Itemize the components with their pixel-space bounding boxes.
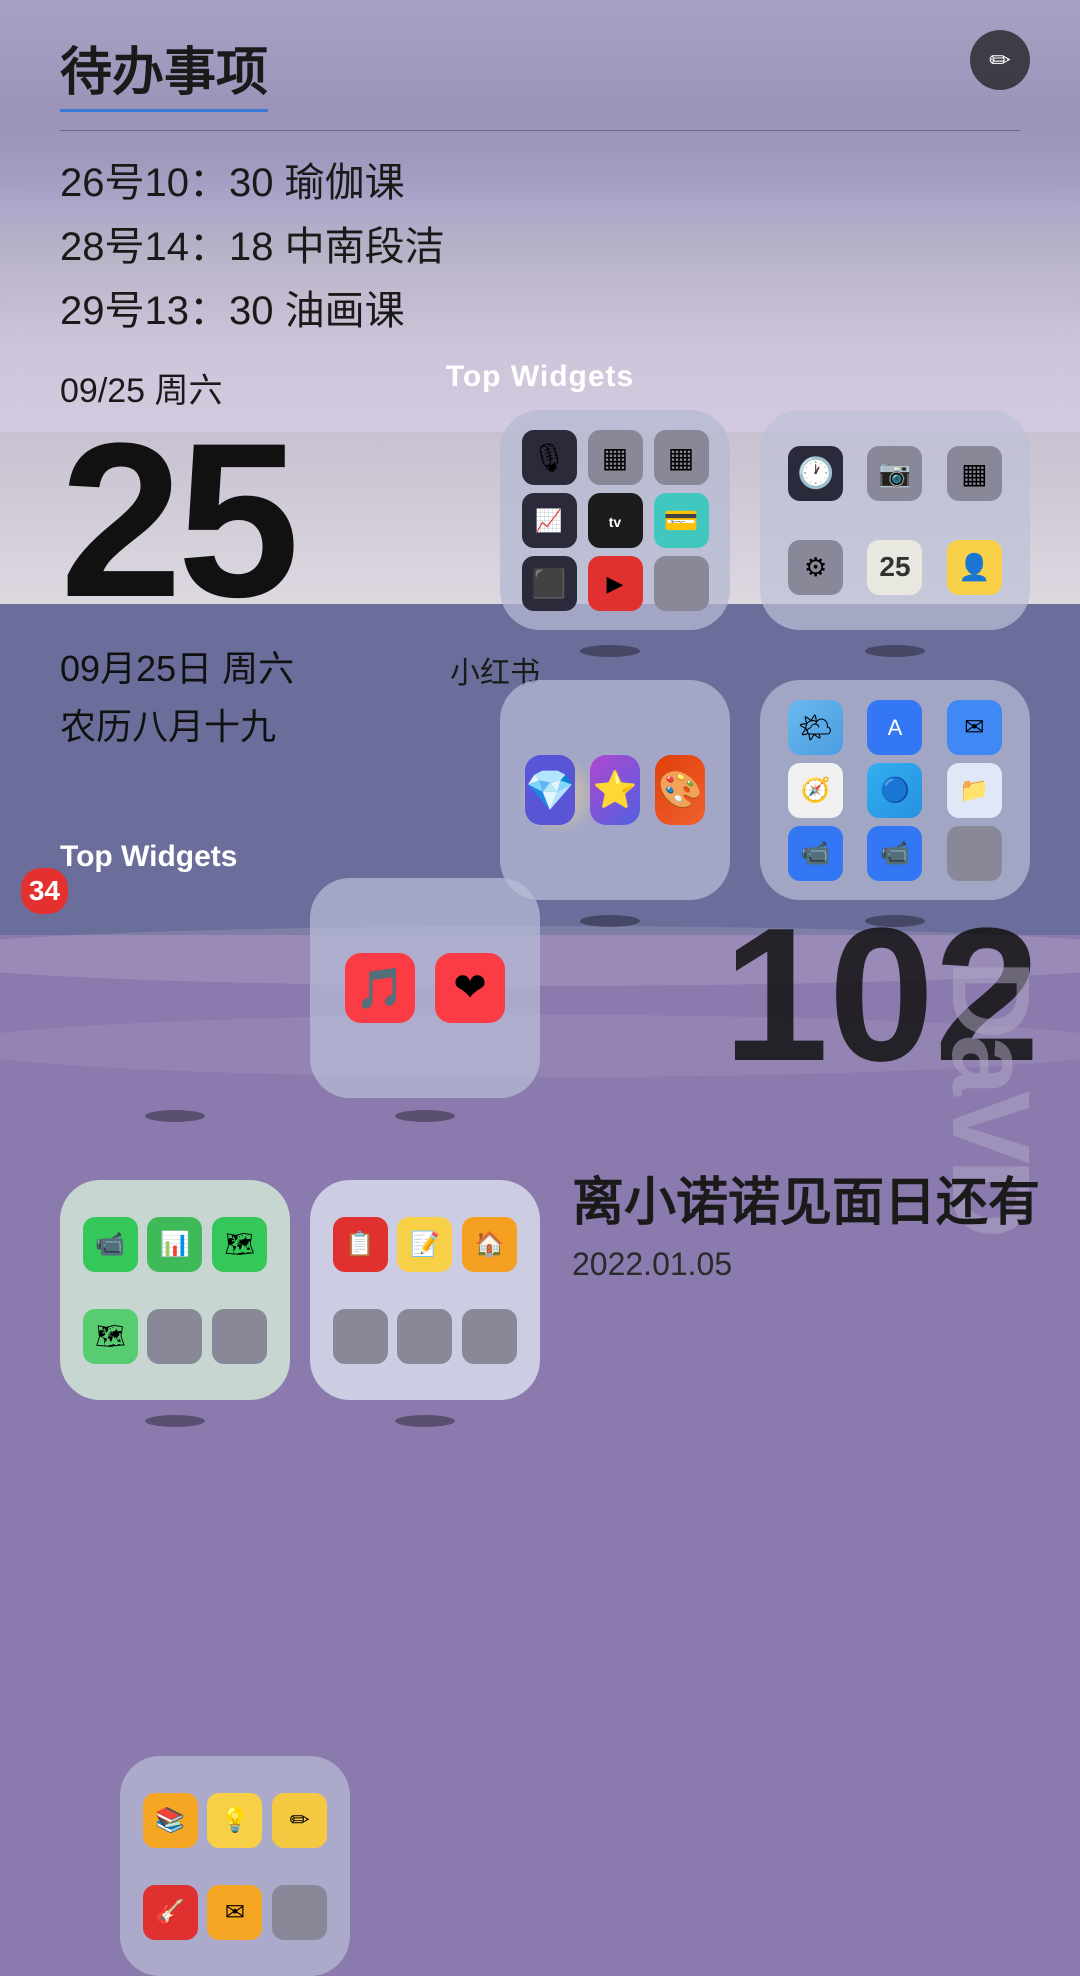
todo-item-2: 28号14：18 中南段洁 <box>60 215 1020 279</box>
todo-title: 待办事项 <box>60 30 268 112</box>
app-grid-widget-2[interactable]: 🕐 📷 ▦ ⚙ 25 👤 <box>760 410 1030 630</box>
widget-shadow-1 <box>580 645 640 657</box>
app-icon-grid3[interactable]: ▦ <box>947 446 1002 501</box>
app-icon-health[interactable]: ❤ <box>435 953 505 1023</box>
top-widgets-label-1: Top Widgets <box>0 360 1080 394</box>
todo-items: 26号10：30 瑜伽课 28号14：18 中南段洁 29号13：30 油画课 <box>60 151 1020 343</box>
app-icon-books[interactable]: 📚 <box>143 1793 198 1848</box>
todo-item-1: 26号10：30 瑜伽课 <box>60 151 1020 215</box>
app-icon-appletv[interactable]: tv <box>588 493 643 548</box>
app-icon-facetime[interactable]: 📹 <box>788 826 843 881</box>
main-content: 待办事项 26号10：30 瑜伽课 28号14：18 中南段洁 29号13：30… <box>0 0 1080 1439</box>
app-icon-tips[interactable]: 💡 <box>207 1793 262 1848</box>
svg-text:tv: tv <box>608 514 621 530</box>
top-widgets-label-2: Top Widgets <box>60 840 237 874</box>
app-grid-widget-bottom-1[interactable]: 📹 📊 🗺 🗺 <box>60 1180 290 1400</box>
countdown-text: 离小诺诺见面日还有 <box>572 1170 1040 1238</box>
app-grid-widget-5[interactable]: 📚 💡 ✏ 🎸 ✉ <box>120 1756 350 1976</box>
app-icon-appstore[interactable]: A <box>867 700 922 755</box>
app-icon-music[interactable]: 🎵 <box>345 953 415 1023</box>
countdown-widget: 离小诺诺见面日还有 2022.01.05 <box>572 1170 1040 1283</box>
app-icon-maps2[interactable]: 🗺 <box>83 1309 138 1364</box>
date-detail-line1: 09月25日 周六 <box>60 640 440 698</box>
widget-shadow-3 <box>580 915 640 927</box>
app-icon-empty-b1[interactable] <box>147 1309 202 1364</box>
app-icon-home[interactable]: 🏠 <box>462 1217 517 1272</box>
app-icon-honkai[interactable]: 🔵 <box>867 763 922 818</box>
date-detail: 09月25日 周六 农历八月十九 <box>60 640 440 755</box>
app-grid-widget-1[interactable]: 🎙 ▦ ▦ 📈 tv 💳 ⬛ ▶ <box>500 410 730 630</box>
app-icon-dark1[interactable]: ⬛ <box>522 556 577 611</box>
app-icon-star[interactable]: ⭐ <box>590 755 640 825</box>
app-icon-empty-b2[interactable] <box>212 1309 267 1364</box>
app-icon-mail2[interactable]: ✉ <box>207 1885 262 1940</box>
app-icon-notes-pencil[interactable]: ✏ <box>272 1793 327 1848</box>
app-icon-empty-b4[interactable] <box>397 1309 452 1364</box>
app-icon-empty[interactable] <box>272 1885 327 1940</box>
app-icon-facetime-green[interactable]: 📹 <box>83 1217 138 1272</box>
widget-shadow-b1 <box>145 1415 205 1427</box>
app-icon-settings[interactable]: ⚙ <box>788 540 843 595</box>
app-icon-compass[interactable]: 🧭 <box>788 763 843 818</box>
app-icon-empty-b3[interactable] <box>333 1309 388 1364</box>
app-icon-contacts[interactable]: 👤 <box>947 540 1002 595</box>
app-icon-clock[interactable]: 🕐 <box>788 446 843 501</box>
date-detail-line2: 农历八月十九 <box>60 698 440 756</box>
widget-shadow-5 <box>145 1110 205 1122</box>
app-icon-mail[interactable]: ✉ <box>947 700 1002 755</box>
date-widget: 25 09月25日 周六 农历八月十九 <box>60 410 440 755</box>
todo-divider <box>60 130 1020 131</box>
app-icon-gray1[interactable] <box>654 556 709 611</box>
notification-badge: 34 <box>21 868 68 914</box>
app-icon-reminders[interactable]: 📋 <box>333 1217 388 1272</box>
app-icon-empty-b5[interactable] <box>462 1309 517 1364</box>
date-big-number: 25 <box>60 410 440 630</box>
widget-shadow-b2 <box>395 1415 455 1427</box>
app-icon-notes[interactable]: 📝 <box>397 1217 452 1272</box>
app-icon-grid1[interactable]: ▦ <box>588 430 643 485</box>
countdown-date: 2022.01.05 <box>572 1246 1040 1283</box>
app-icon-zoom[interactable]: 📹 <box>867 826 922 881</box>
app-grid-widget-4[interactable]: 🌤 A ✉ 🧭 🔵 📁 📹 📹 <box>760 680 1030 900</box>
app-icon-numbers[interactable]: 📊 <box>147 1217 202 1272</box>
todo-item-3: 29号13：30 油画课 <box>60 279 1020 343</box>
app-icon-calendar-25[interactable]: 25 <box>867 540 922 595</box>
app-icon-voice-memos[interactable]: 🎙 <box>522 430 577 485</box>
app-icon-guitar[interactable]: 🎸 <box>143 1885 198 1940</box>
app-icon-maps[interactable]: 🗺 <box>212 1217 267 1272</box>
app-grid-widget-6[interactable]: 🎵 ❤ <box>310 878 540 1098</box>
app-icon-youtube[interactable]: ▶ <box>588 556 643 611</box>
app-grid-widget-3[interactable]: 💎 ⭐ 🎨 <box>500 680 730 900</box>
pencil-icon: ✏ <box>989 45 1011 76</box>
app-icon-extra[interactable] <box>947 826 1002 881</box>
edit-button[interactable]: ✏ <box>970 30 1030 90</box>
app-icon-camera[interactable]: 📷 <box>867 446 922 501</box>
app-grid-widget-bottom-2[interactable]: 📋 📝 🏠 <box>310 1180 540 1400</box>
app-icon-weather[interactable]: 🌤 <box>788 700 843 755</box>
app-icon-files[interactable]: 📁 <box>947 763 1002 818</box>
app-icon-wallet[interactable]: 💳 <box>654 493 709 548</box>
app-icon-grid2[interactable]: ▦ <box>654 430 709 485</box>
app-icon-shortcuts[interactable]: 💎 <box>525 755 575 825</box>
app-icon-stocks[interactable]: 📈 <box>522 493 577 548</box>
widget-shadow-6 <box>395 1110 455 1122</box>
widget-shadow-2 <box>865 645 925 657</box>
app-icon-create[interactable]: 🎨 <box>655 755 705 825</box>
